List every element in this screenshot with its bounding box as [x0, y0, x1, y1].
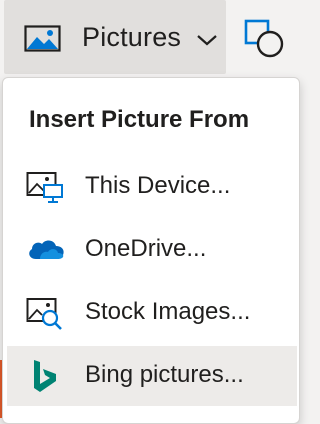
this-device-icon — [26, 171, 66, 205]
menu-item-this-device[interactable]: This Device... — [7, 157, 297, 217]
picture-icon — [24, 25, 62, 58]
stock-images-icon — [26, 297, 66, 331]
insert-picture-menu: Insert Picture From This Device... OneDr… — [2, 77, 300, 424]
menu-item-label: Bing pictures... — [85, 361, 244, 388]
pictures-button[interactable]: Pictures — [4, 0, 226, 74]
menu-item-label: This Device... — [85, 172, 231, 199]
shapes-icon[interactable] — [244, 18, 286, 65]
menu-item-onedrive[interactable]: OneDrive... — [7, 220, 297, 280]
menu-item-label: OneDrive... — [85, 235, 207, 262]
menu-item-stock-images[interactable]: Stock Images... — [7, 283, 297, 343]
menu-item-bing-pictures[interactable]: Bing pictures... — [7, 346, 297, 406]
menu-header: Insert Picture From — [29, 106, 250, 133]
menu-item-label: Stock Images... — [85, 298, 251, 325]
bing-icon — [26, 360, 66, 394]
pictures-label: Pictures — [82, 22, 182, 52]
onedrive-icon — [26, 234, 66, 268]
chevron-down-icon[interactable] — [196, 33, 218, 52]
ribbon: Pictures — [0, 0, 304, 78]
